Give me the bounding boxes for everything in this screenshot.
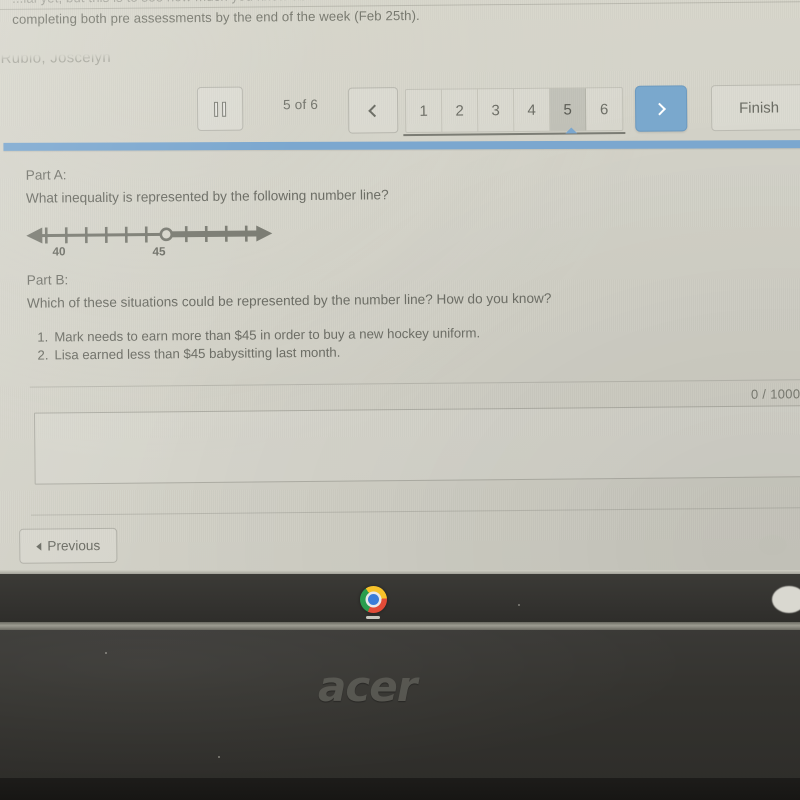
answer-area: 0 / 10000 xyxy=(0,373,800,516)
triangle-left-icon xyxy=(36,542,42,551)
previous-button[interactable]: Previous xyxy=(19,527,118,564)
progress-bar xyxy=(3,140,800,151)
choice-text-2: Lisa earned less than $45 babysitting la… xyxy=(54,344,341,362)
choice-number-2: 2. xyxy=(37,346,49,363)
question-content: Part A: What inequality is represented b… xyxy=(0,150,800,365)
page-indicator: 5 of 6 xyxy=(282,96,319,113)
previous-button-label: Previous xyxy=(47,538,101,554)
page-number-5[interactable]: 5 xyxy=(549,88,587,131)
page-number-2[interactable]: 2 xyxy=(441,89,479,132)
finish-button[interactable]: Finish xyxy=(710,84,800,132)
answer-top-divider xyxy=(29,379,800,388)
chromeos-shelf xyxy=(0,574,800,624)
chevron-left-icon xyxy=(368,103,381,117)
page-number-6[interactable]: 6 xyxy=(586,88,622,130)
previous-page-button[interactable] xyxy=(347,87,399,134)
student-name: Rubio, Joscelyn xyxy=(0,48,112,67)
laptop-photo: ...ial yet, but this is to see how much … xyxy=(0,0,800,800)
page-number-list: 1 2 3 4 5 6 xyxy=(404,86,624,134)
number-line-label-45: 45 xyxy=(152,244,166,259)
desk-surface xyxy=(0,778,800,800)
chrome-active-indicator xyxy=(366,616,380,619)
system-tray[interactable] xyxy=(772,586,800,613)
choice-number-1: 1. xyxy=(37,329,49,345)
page-number-3[interactable]: 3 xyxy=(477,89,515,132)
next-page-button[interactable] xyxy=(634,85,688,132)
acer-brand-logo: acer xyxy=(318,662,417,711)
laptop-deck xyxy=(0,630,800,800)
assessment-toolbar: 5 of 6 1 2 3 4 5 6 Finish xyxy=(0,80,800,150)
chevron-right-icon xyxy=(653,102,666,115)
page-number-4[interactable]: 4 xyxy=(513,88,551,132)
answer-bottom-divider xyxy=(30,507,800,516)
number-line-graphic: 40 45 xyxy=(24,218,274,270)
choice-list: 1. Mark needs to earn more than $45 in or… xyxy=(37,322,800,363)
pause-icon xyxy=(214,101,227,117)
laptop-screen: ...ial yet, but this is to see how much … xyxy=(0,0,800,582)
answer-input[interactable] xyxy=(34,404,800,485)
page-number-1[interactable]: 1 xyxy=(405,89,443,133)
choice-text-1: Mark needs to earn more than $45 in orde… xyxy=(54,325,481,345)
current-page-caret xyxy=(565,127,578,134)
chrome-icon[interactable] xyxy=(360,586,387,613)
pause-button[interactable] xyxy=(196,86,244,132)
number-line-label-40: 40 xyxy=(52,244,66,259)
character-counter: 0 / 10000 xyxy=(750,386,800,402)
